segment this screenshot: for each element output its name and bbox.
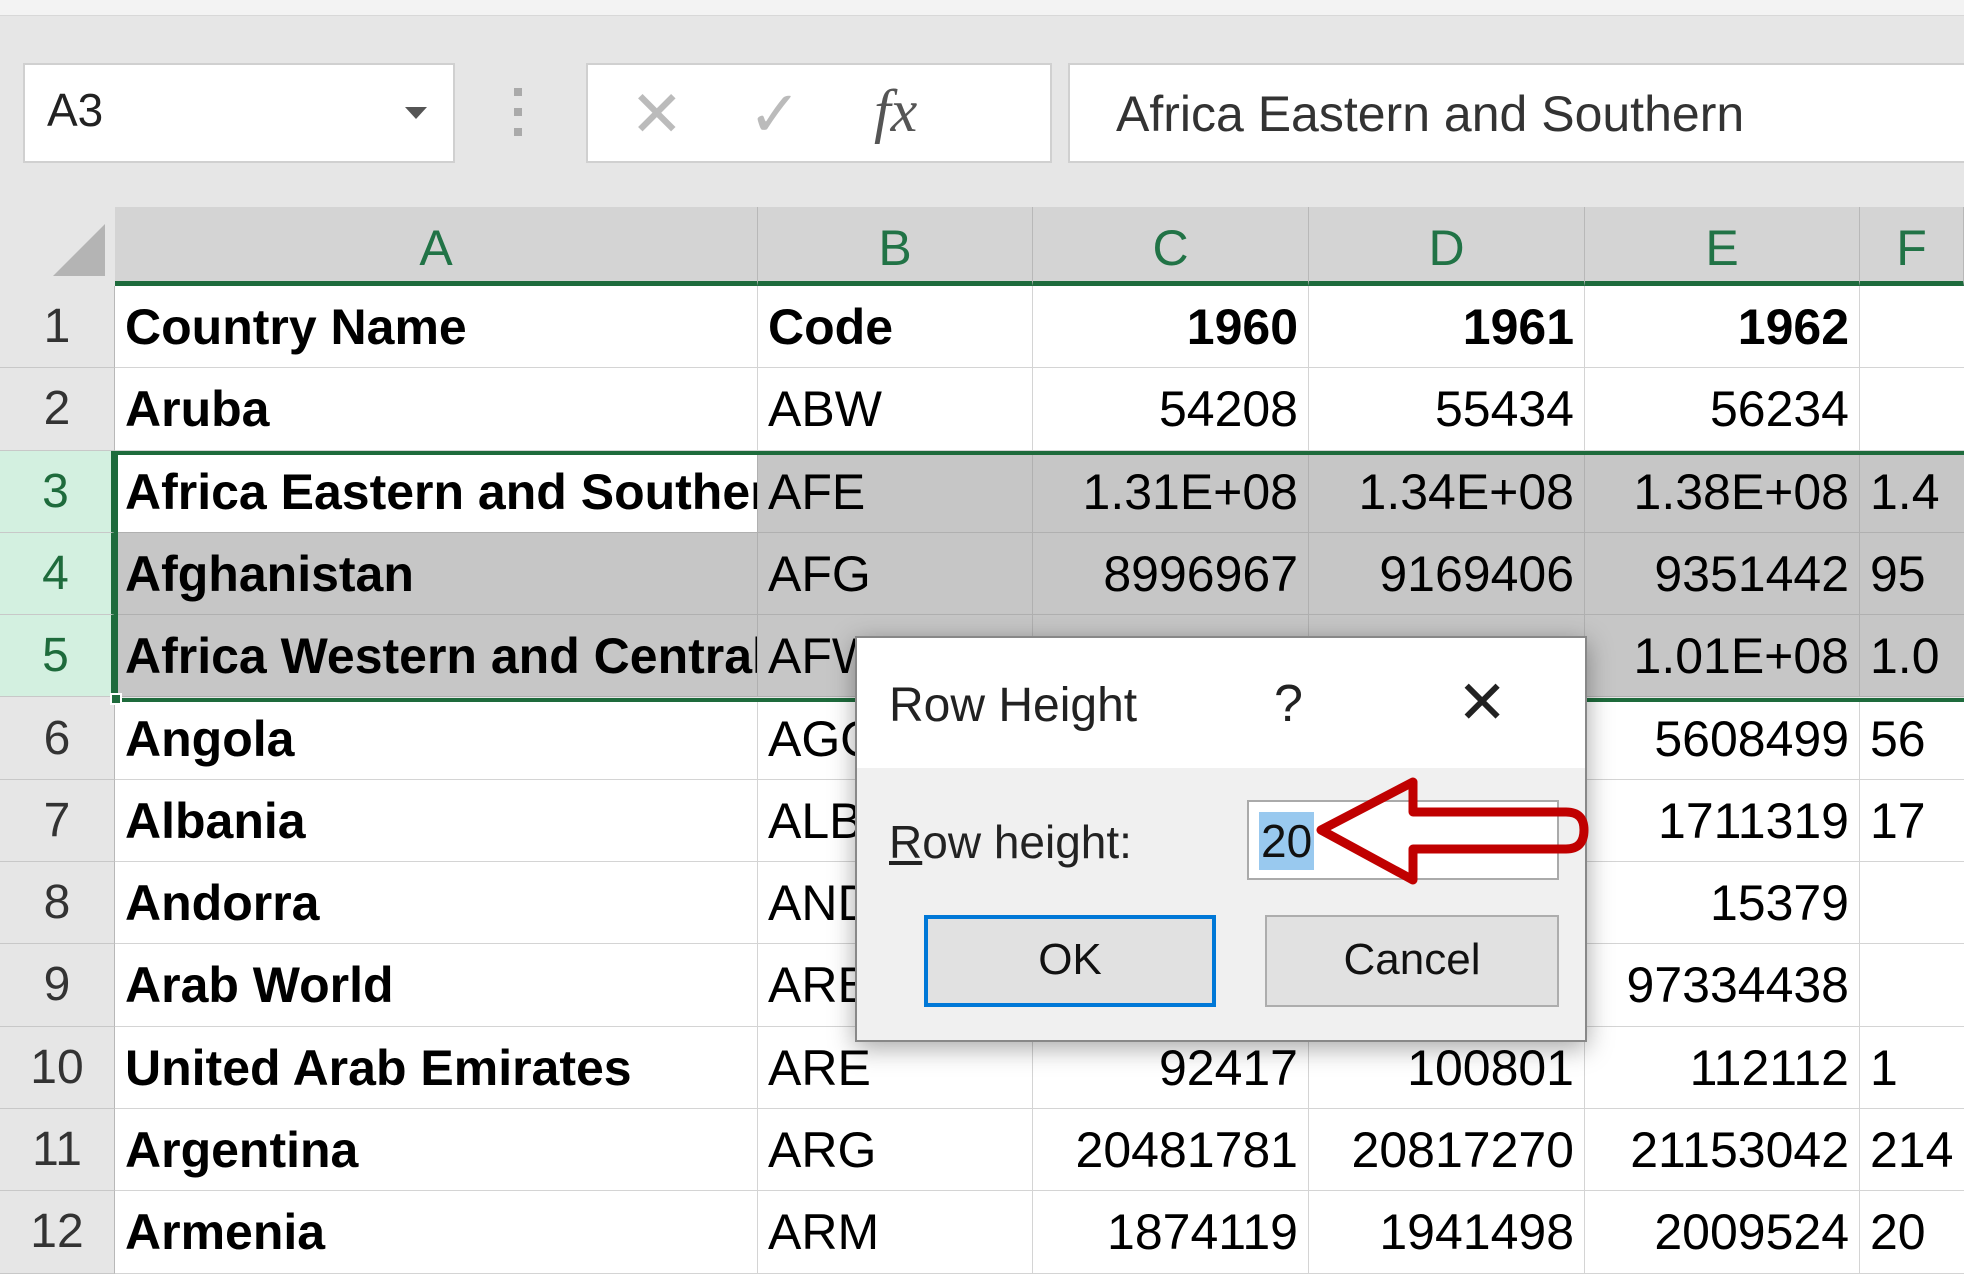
name-box[interactable]: A3 bbox=[23, 63, 455, 163]
row-header-1[interactable]: 1 bbox=[0, 286, 115, 369]
cell-A4[interactable]: Afghanistan bbox=[115, 532, 758, 616]
cell-B1[interactable]: Code bbox=[758, 286, 1033, 369]
cell-C1[interactable]: 1960 bbox=[1033, 286, 1309, 369]
row-header-2[interactable]: 2 bbox=[0, 368, 115, 451]
row-header-4[interactable]: 4 bbox=[0, 532, 115, 616]
cell-A2[interactable]: Aruba bbox=[115, 368, 758, 451]
row-header-10[interactable]: 10 bbox=[0, 1026, 115, 1109]
cell-E12[interactable]: 2009524 bbox=[1585, 1191, 1860, 1274]
column-header-C[interactable]: C bbox=[1033, 207, 1309, 286]
cancel-button[interactable]: Cancel bbox=[1265, 915, 1559, 1007]
cell-E10[interactable]: 112112 bbox=[1585, 1026, 1860, 1109]
cell-F8[interactable] bbox=[1860, 862, 1964, 945]
cell-E8[interactable]: 15379 bbox=[1585, 862, 1860, 945]
cell-D3[interactable]: 1.34E+08 bbox=[1309, 450, 1585, 533]
cell-A11[interactable]: Argentina bbox=[115, 1109, 758, 1192]
cell-D2[interactable]: 55434 bbox=[1309, 368, 1585, 451]
chevron-down-icon[interactable] bbox=[405, 107, 427, 119]
close-icon[interactable]: ✕ bbox=[1457, 668, 1507, 738]
cell-E2[interactable]: 56234 bbox=[1585, 368, 1860, 451]
cell-F1[interactable] bbox=[1860, 286, 1964, 369]
cell-D1[interactable]: 1961 bbox=[1309, 286, 1585, 369]
cell-A3[interactable]: Africa Eastern and Southern bbox=[115, 450, 758, 533]
accelerator-key: R bbox=[889, 816, 923, 868]
cell-A9[interactable]: Arab World bbox=[115, 944, 758, 1027]
formula-input[interactable]: Africa Eastern and Southern bbox=[1068, 63, 1964, 163]
cell-A1[interactable]: Country Name bbox=[115, 286, 758, 369]
column-header-A[interactable]: A bbox=[115, 207, 758, 286]
cell-B11[interactable]: ARG bbox=[758, 1109, 1033, 1192]
cell-A5[interactable]: Africa Western and Central bbox=[115, 615, 758, 698]
fill-handle[interactable] bbox=[110, 693, 122, 705]
cell-A7[interactable]: Albania bbox=[115, 779, 758, 863]
cell-F3[interactable]: 1.4 bbox=[1860, 450, 1964, 533]
cell-E5[interactable]: 1.01E+08 bbox=[1585, 615, 1860, 698]
cell-F11[interactable]: 214 bbox=[1860, 1109, 1964, 1192]
cell-F12[interactable]: 20 bbox=[1860, 1191, 1964, 1274]
help-button[interactable]: ? bbox=[1274, 674, 1303, 734]
cell-C12[interactable]: 1874119 bbox=[1033, 1191, 1309, 1274]
cell-A12[interactable]: Armenia bbox=[115, 1191, 758, 1274]
dialog-title: Row Height bbox=[889, 679, 1138, 732]
cell-B3[interactable]: AFE bbox=[758, 450, 1033, 533]
cell-A10[interactable]: United Arab Emirates bbox=[115, 1026, 758, 1109]
cell-B4[interactable]: AFG bbox=[758, 532, 1033, 616]
column-header-F[interactable]: F bbox=[1860, 207, 1964, 286]
cell-C3[interactable]: 1.31E+08 bbox=[1033, 450, 1309, 533]
row-header-3[interactable]: 3 bbox=[0, 450, 115, 533]
column-header-B[interactable]: B bbox=[758, 207, 1033, 286]
row-header-11[interactable]: 11 bbox=[0, 1109, 115, 1192]
check-icon[interactable]: ✓ bbox=[748, 77, 802, 152]
ok-button[interactable]: OK bbox=[924, 915, 1216, 1007]
row-header-5[interactable]: 5 bbox=[0, 615, 115, 698]
dialog-titlebar: Row Height ? ✕ bbox=[857, 638, 1585, 768]
cell-F5[interactable]: 1.0 bbox=[1860, 615, 1964, 698]
cell-B12[interactable]: ARM bbox=[758, 1191, 1033, 1274]
cell-C2[interactable]: 54208 bbox=[1033, 368, 1309, 451]
cell-E4[interactable]: 9351442 bbox=[1585, 532, 1860, 616]
cell-F10[interactable]: 1 bbox=[1860, 1026, 1964, 1109]
cell-D11[interactable]: 20817270 bbox=[1309, 1109, 1585, 1192]
row-height-input[interactable]: 20 bbox=[1247, 800, 1559, 880]
label-text: ow height: bbox=[922, 816, 1132, 868]
cell-F2[interactable] bbox=[1860, 368, 1964, 451]
row-height-dialog: Row Height ? ✕ Row height: 20 OK Cancel bbox=[855, 636, 1587, 1042]
cell-C11[interactable]: 20481781 bbox=[1033, 1109, 1309, 1192]
cell-E1[interactable]: 1962 bbox=[1585, 286, 1860, 369]
column-header-D[interactable]: D bbox=[1309, 207, 1585, 286]
cell-A6[interactable]: Angola bbox=[115, 697, 758, 780]
drag-handle-icon[interactable] bbox=[514, 88, 522, 138]
cell-F4[interactable]: 95 bbox=[1860, 532, 1964, 616]
row-header-6[interactable]: 6 bbox=[0, 697, 115, 780]
cell-F9[interactable] bbox=[1860, 944, 1964, 1027]
column-header-E[interactable]: E bbox=[1585, 207, 1860, 286]
cell-D12[interactable]: 1941498 bbox=[1309, 1191, 1585, 1274]
row-height-label: Row height: bbox=[889, 815, 1132, 869]
row-header-9[interactable]: 9 bbox=[0, 944, 115, 1027]
formula-buttons: ✕ ✓ fx bbox=[586, 63, 1052, 163]
row-header-12[interactable]: 12 bbox=[0, 1191, 115, 1274]
cell-D4[interactable]: 9169406 bbox=[1309, 532, 1585, 616]
cell-B2[interactable]: ABW bbox=[758, 368, 1033, 451]
row-height-value: 20 bbox=[1259, 812, 1315, 870]
cell-E11[interactable]: 21153042 bbox=[1585, 1109, 1860, 1192]
cell-E7[interactable]: 1711319 bbox=[1585, 779, 1860, 863]
cancel-icon[interactable]: ✕ bbox=[630, 77, 684, 152]
cell-E9[interactable]: 97334438 bbox=[1585, 944, 1860, 1027]
cell-F6[interactable]: 56 bbox=[1860, 697, 1964, 780]
row-header-7[interactable]: 7 bbox=[0, 779, 115, 863]
cell-C4[interactable]: 8996967 bbox=[1033, 532, 1309, 616]
select-all-button[interactable] bbox=[0, 207, 115, 286]
cell-E3[interactable]: 1.38E+08 bbox=[1585, 450, 1860, 533]
ribbon-bottom-edge bbox=[0, 0, 1964, 16]
cell-A8[interactable]: Andorra bbox=[115, 862, 758, 945]
insert-function-icon[interactable]: fx bbox=[874, 77, 917, 146]
row-header-8[interactable]: 8 bbox=[0, 862, 115, 945]
name-box-value: A3 bbox=[47, 84, 104, 136]
cell-E6[interactable]: 5608499 bbox=[1585, 697, 1860, 780]
cell-F7[interactable]: 17 bbox=[1860, 779, 1964, 863]
